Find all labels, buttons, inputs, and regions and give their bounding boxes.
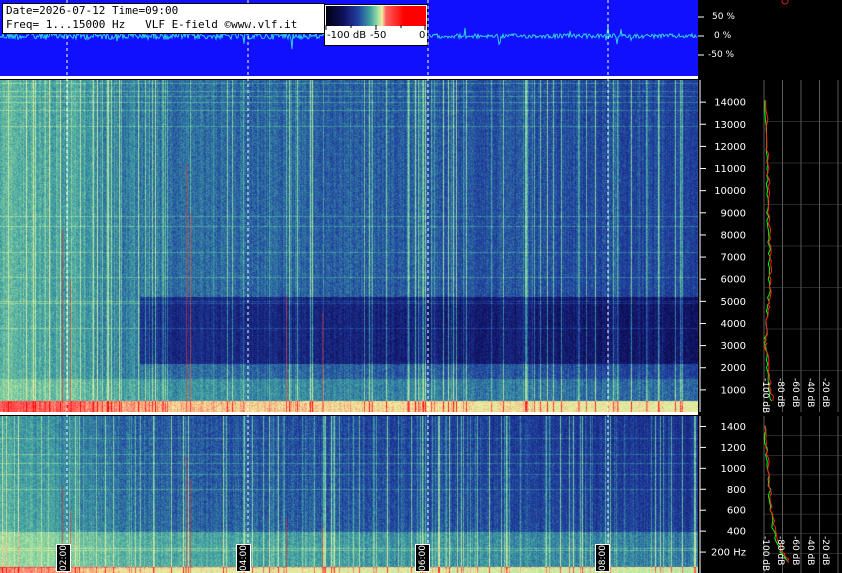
freq-tick-label-low: 600 [727, 506, 746, 517]
freq-tick-label-low: 1400 [721, 422, 746, 433]
spectrum-profile-high [763, 80, 842, 412]
time-label-0800: 08:00 [595, 544, 610, 572]
freq-tick-label-low: 1000 [721, 464, 746, 475]
freq-tick-label-low: 1200 [721, 443, 746, 454]
profile-high-tick-20: -20 dB [820, 378, 830, 408]
freq-tick-label-high: 7000 [721, 253, 746, 264]
amplitude-label-mid: 0 % [714, 31, 732, 41]
profile-low-tick-80: -80 dB [775, 536, 785, 566]
freq-tick-label-high: 13000 [714, 120, 746, 131]
amplitude-label-top: 50 % [712, 12, 735, 22]
time-markers [66, 0, 609, 573]
freq-tick-label-high: 11000 [714, 164, 746, 175]
peak-marker-icon [781, 0, 789, 5]
amplitude-ticks [698, 16, 704, 56]
freq-tick-label-high: 3000 [721, 341, 746, 352]
profile-low-tick-20: -20 dB [820, 536, 830, 566]
time-label-0600: 06:00 [415, 544, 430, 572]
freq-tick-label-high: 12000 [714, 142, 746, 153]
freq-tick-label-low: 800 [727, 485, 746, 496]
freq-tick-label-high: 1000 [721, 385, 746, 396]
time-label-0200: 02:00 [56, 544, 71, 572]
profile-low-tick-60: -60 dB [790, 536, 800, 566]
profile-high-tick-100: -100 dB [760, 378, 770, 414]
freq-tick-label-low: 200 Hz [711, 548, 746, 559]
frequency-axis: 1000 2000 3000 4000 5000 6000 7000 8000 9000 1000… [699, 80, 746, 573]
profile-high-tick-60: -60 dB [790, 378, 800, 408]
profile-low-tick-100: -100 dB [760, 536, 770, 572]
freq-tick-label-high: 9000 [721, 208, 746, 219]
profile-series-1 [763, 100, 774, 401]
freq-tick-label-high: 5000 [721, 297, 746, 308]
freq-tick-label-high: 14000 [714, 98, 746, 109]
profile-high-tick-40: -40 dB [805, 378, 815, 408]
freq-tick-label-high: 10000 [714, 186, 746, 197]
freq-tick-label-high: 6000 [721, 275, 746, 286]
profile-high-tick-80: -80 dB [775, 378, 785, 408]
time-label-0400: 04:00 [236, 544, 251, 572]
amplitude-label-bottom: -50 % [708, 50, 735, 60]
freq-tick-label-high: 4000 [721, 319, 746, 330]
profile-low-tick-40: -40 dB [805, 536, 815, 566]
freq-tick-label-high: 8000 [721, 230, 746, 241]
freq-tick-label-low: 400 [727, 527, 746, 538]
freq-tick-label-high: 2000 [721, 363, 746, 374]
